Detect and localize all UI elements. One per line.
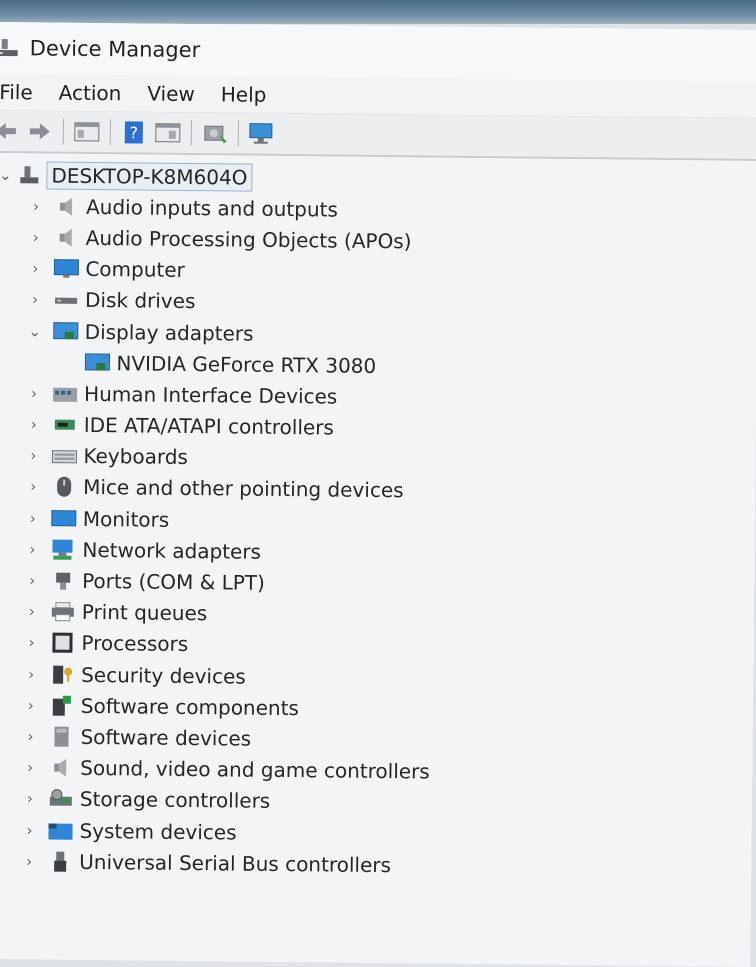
category-label: System devices	[79, 818, 237, 845]
software-component-icon	[49, 694, 75, 716]
chevron-right-icon[interactable]: ›	[23, 256, 47, 280]
computer-icon	[53, 258, 80, 280]
computer-name[interactable]: DESKTOP-K8M604O	[46, 161, 253, 192]
category-label: Monitors	[82, 506, 170, 532]
category-label: IDE ATA/ATAPI controllers	[83, 412, 335, 440]
chevron-right-icon[interactable]: ›	[17, 849, 41, 873]
chevron-right-icon[interactable]: ›	[18, 724, 42, 748]
chevron-right-icon[interactable]: ›	[20, 599, 44, 623]
chevron-right-icon[interactable]: ›	[18, 755, 42, 779]
security-device-icon	[49, 663, 75, 685]
chevron-right-icon[interactable]: ›	[21, 444, 45, 468]
category-label: Storage controllers	[79, 787, 271, 814]
storage-controller-icon	[48, 788, 74, 810]
chevron-down-icon[interactable]: ⌄	[23, 319, 47, 343]
chevron-right-icon[interactable]: ›	[19, 631, 43, 655]
speaker-icon	[54, 227, 80, 249]
scan-hardware-icon[interactable]	[200, 119, 230, 147]
chevron-right-icon[interactable]: ›	[21, 506, 45, 530]
show-hidden-icon[interactable]	[153, 119, 183, 147]
speaker-icon	[54, 195, 80, 217]
help-icon[interactable]: ?	[119, 118, 149, 146]
category-label: Mice and other pointing devices	[83, 475, 404, 503]
category-label: Disk drives	[84, 288, 196, 314]
printer-icon	[50, 601, 76, 623]
chevron-right-icon[interactable]: ›	[22, 412, 46, 436]
software-device-icon	[48, 726, 74, 748]
device-manager-icon	[0, 36, 20, 60]
keyboard-icon	[51, 445, 78, 467]
chevron-right-icon[interactable]: ›	[22, 381, 46, 405]
update-driver-icon[interactable]	[247, 120, 277, 148]
usb-icon	[47, 850, 73, 872]
computer-tower-icon	[18, 164, 40, 186]
toolbar-separator	[237, 120, 239, 147]
chevron-right-icon[interactable]: ›	[24, 225, 48, 249]
menu-action[interactable]: Action	[46, 80, 135, 106]
chevron-right-icon[interactable]: ›	[18, 787, 42, 811]
category-label: Keyboards	[83, 444, 189, 470]
processor-icon	[49, 632, 75, 654]
toolbar-separator	[109, 119, 111, 146]
system-device-icon	[47, 819, 73, 841]
chevron-right-icon[interactable]: ›	[21, 475, 45, 499]
hid-icon	[52, 382, 78, 404]
category-label: Human Interface Devices	[83, 381, 338, 409]
chevron-right-icon[interactable]: ›	[20, 568, 44, 592]
ide-controller-icon	[52, 414, 78, 436]
toolbar-separator	[190, 120, 192, 147]
speaker-icon	[48, 757, 74, 779]
chevron-right-icon[interactable]: ›	[20, 537, 44, 561]
monitor-icon	[51, 507, 77, 529]
category-label: Processors	[81, 631, 189, 657]
toolbar-separator	[62, 118, 64, 145]
menu-help[interactable]: Help	[208, 82, 280, 107]
device-tree: ⌄ DESKTOP-K8M604O › Audio inputs and outp…	[0, 152, 756, 967]
title-bar: Device Manager	[0, 22, 756, 82]
window-title: Device Manager	[29, 36, 201, 63]
category-label: Security devices	[81, 662, 246, 689]
network-adapter-icon	[50, 538, 76, 560]
category-label: Ports (COM & LPT)	[82, 568, 266, 595]
monitor-bezel	[0, 0, 756, 24]
port-icon	[50, 570, 76, 592]
device-label: NVIDIA GeForce RTX 3080	[116, 350, 377, 378]
chevron-down-icon[interactable]: ⌄	[0, 163, 15, 187]
chevron-right-icon[interactable]: ›	[19, 693, 43, 717]
display-adapter-icon	[84, 352, 111, 374]
category-label: Display adapters	[84, 319, 254, 346]
tree-category[interactable]: › Universal Serial Bus controllers	[0, 845, 751, 884]
mouse-icon	[51, 476, 77, 498]
category-label: Computer	[85, 257, 185, 283]
category-label: Universal Serial Bus controllers	[79, 849, 392, 877]
chevron-right-icon[interactable]: ›	[24, 194, 48, 218]
menu-view[interactable]: View	[134, 81, 208, 106]
disk-drive-icon	[53, 289, 79, 311]
forward-arrow-icon[interactable]	[25, 117, 55, 145]
menu-file[interactable]: File	[0, 80, 46, 104]
category-label: Print queues	[81, 600, 208, 626]
device-manager-window: Device Manager File Action View Help ? ⌄…	[0, 22, 756, 967]
chevron-right-icon[interactable]: ›	[17, 818, 41, 842]
category-label: Audio inputs and outputs	[85, 194, 338, 222]
svg-text:?: ?	[129, 123, 138, 142]
properties-window-icon[interactable]	[72, 118, 102, 146]
category-label: Software devices	[80, 724, 252, 751]
category-label: Software components	[80, 693, 300, 720]
chevron-right-icon[interactable]: ›	[19, 662, 43, 686]
back-arrow-icon[interactable]	[0, 117, 21, 145]
category-label: Sound, video and game controllers	[80, 756, 430, 784]
chevron-right-icon[interactable]: ›	[23, 288, 47, 312]
category-label: Network adapters	[82, 537, 262, 564]
category-label: Audio Processing Objects (APOs)	[85, 225, 412, 254]
display-adapter-icon	[53, 320, 79, 342]
